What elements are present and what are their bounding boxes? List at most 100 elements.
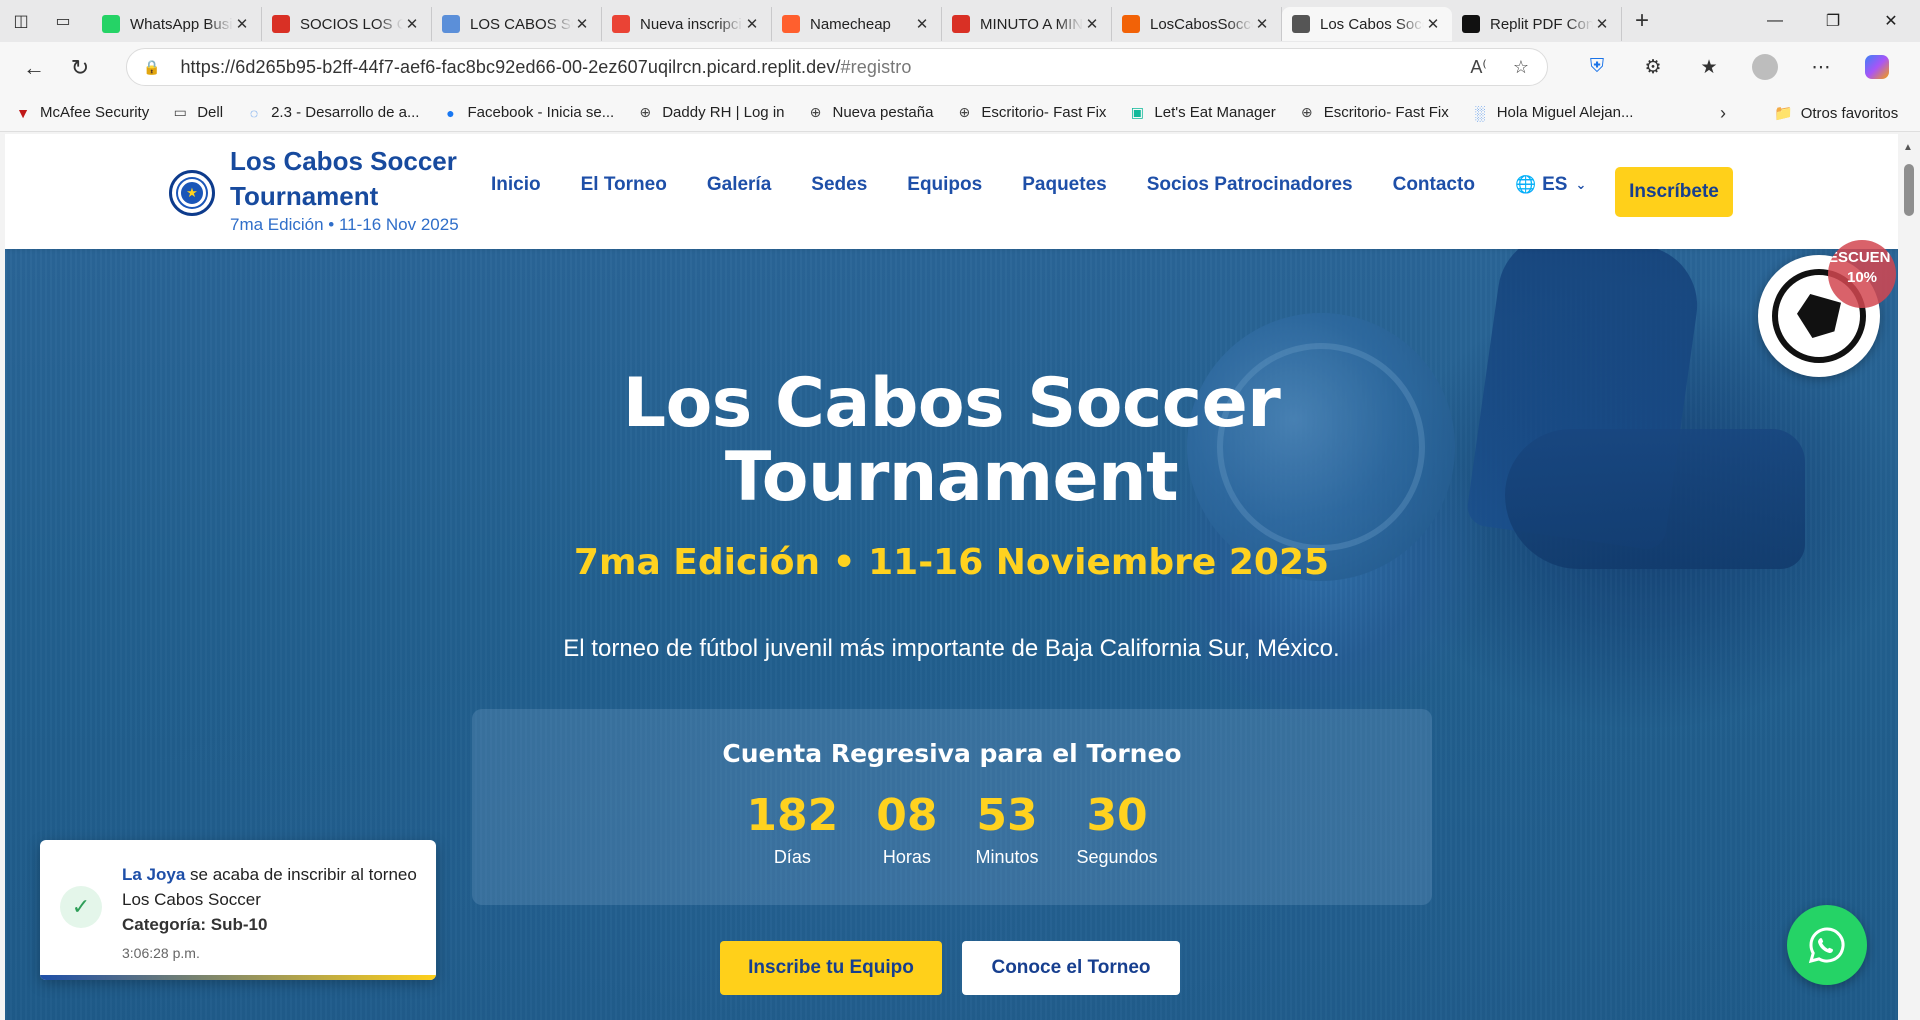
extensions-icon[interactable]: ⚙ — [1636, 50, 1670, 84]
bookmark-item[interactable]: ⊕ Escritorio- Fast Fix — [955, 104, 1107, 122]
back-icon[interactable]: ← — [12, 48, 56, 88]
close-icon[interactable]: ✕ — [1862, 0, 1920, 42]
read-aloud-icon[interactable]: A⁽ — [1470, 57, 1486, 78]
toast-body: La Joya se acaba de inscribir al torneo … — [122, 862, 422, 966]
window-controls: — ❐ ✕ — [1746, 0, 1920, 42]
bookmark-item[interactable]: ▭ Dell — [171, 104, 223, 122]
nav-link-inicio[interactable]: Inicio — [491, 174, 541, 196]
pdf-icon — [272, 15, 290, 33]
nav-link-sedes[interactable]: Sedes — [811, 174, 867, 196]
refresh-icon[interactable]: ↻ — [58, 48, 102, 88]
globe-icon: ⊕ — [1300, 104, 1313, 120]
tab-4[interactable]: Namecheap ✕ — [772, 7, 942, 41]
hero-description: El torneo de fútbol juvenil más importan… — [563, 635, 1340, 662]
other-favorites[interactable]: 📁 Otros favoritos — [1774, 94, 1898, 132]
bookmark-label: Nueva pestaña — [832, 104, 934, 121]
tab-close-icon[interactable]: ✕ — [913, 15, 931, 33]
workspaces-icon[interactable]: ◫ — [0, 0, 42, 42]
tab-0[interactable]: WhatsApp Business✕ — [92, 7, 262, 41]
profile-avatar[interactable] — [1748, 50, 1782, 84]
countdown-unit: 30 Segundos — [1077, 791, 1158, 868]
tab-6[interactable]: LosCabosSoccer ✕ — [1112, 7, 1282, 41]
tab-close-icon[interactable]: ✕ — [1424, 15, 1442, 33]
tab-close-icon[interactable]: ✕ — [233, 15, 251, 33]
bookmark-item[interactable]: ▣ Let's Eat Manager — [1128, 104, 1276, 122]
register-team-button[interactable]: Inscribe tu Equipo — [720, 941, 942, 995]
scrollbar-thumb[interactable] — [1904, 164, 1914, 216]
tab-title: MINUTO A MINUTO — [980, 15, 1083, 33]
bookmark-item[interactable]: ▼ McAfee Security — [14, 104, 149, 122]
bookmark-label: Hola Miguel Alejan... — [1496, 104, 1634, 121]
countdown-label: Días — [773, 847, 811, 867]
nav-link-equipos[interactable]: Equipos — [907, 174, 982, 196]
hero-title: Los Cabos Soccer Tournament — [5, 367, 1898, 515]
favorite-star-icon[interactable]: ☆ — [1513, 57, 1529, 78]
loading-icon: ◌ — [249, 104, 259, 121]
nav-link-paquetes[interactable]: Paquetes — [1022, 174, 1106, 196]
bookmark-item[interactable]: ⊕ Daddy RH | Log in — [636, 104, 784, 122]
pdf-icon — [952, 15, 970, 33]
tab-5[interactable]: MINUTO A MINUTO✕ — [942, 7, 1112, 41]
namecheap-icon — [782, 15, 800, 33]
bookmark-label: Facebook - Inicia se... — [467, 104, 615, 121]
whatsapp-chat-button[interactable] — [1787, 905, 1867, 985]
globe-icon: 🌐 — [1514, 175, 1537, 194]
lock-icon[interactable]: 🔒 — [143, 59, 160, 76]
tab-list: WhatsApp Business✕SOCIOS LOS CABOS✕LOS C… — [92, 1, 1622, 41]
tab-close-icon[interactable]: ✕ — [743, 15, 761, 33]
folder-icon: ▭ — [173, 104, 187, 120]
tab-2[interactable]: LOS CABOS SOCCER✕ — [432, 7, 602, 41]
favorites-icon[interactable]: ★ — [1692, 50, 1726, 84]
openai-icon — [1462, 15, 1480, 33]
nav-link-el-torneo[interactable]: El Torneo — [581, 174, 667, 196]
bookmark-label: Escritorio- Fast Fix — [981, 104, 1107, 121]
tab-7[interactable]: Los Cabos Soccer✕ — [1282, 7, 1452, 41]
brand-title[interactable]: Los Cabos Soccer Tournament — [230, 144, 490, 214]
bookmark-item[interactable]: ⊕ Nueva pestaña — [807, 104, 934, 122]
bookmark-item[interactable]: ● Facebook - Inicia se... — [441, 104, 614, 122]
tab-close-icon[interactable]: ✕ — [1593, 15, 1611, 33]
toolbar-icons: ⛨ ⚙ ★ ⋯ — [1580, 50, 1894, 84]
learn-tournament-button[interactable]: Conoce el Torneo — [962, 941, 1180, 995]
scroll-up-icon[interactable]: ▲ — [1903, 142, 1913, 153]
address-bar[interactable]: 🔒 https://6d265b95-b2ff-44f7-aef6-fac8bc… — [126, 48, 1548, 86]
tab-close-icon[interactable]: ✕ — [403, 15, 421, 33]
copilot-icon[interactable] — [1860, 50, 1894, 84]
more-menu-icon[interactable]: ⋯ — [1804, 50, 1838, 84]
bookmark-item[interactable]: ░ Hola Miguel Alejan... — [1471, 104, 1634, 122]
tab-1[interactable]: SOCIOS LOS CABOS✕ — [262, 7, 432, 41]
minimize-icon[interactable]: — — [1746, 0, 1804, 42]
countdown-label: Segundos — [1076, 847, 1158, 867]
language-selector[interactable]: 🌐 ES ⌄ — [1515, 174, 1586, 196]
hero-subtitle: 7ma Edición • 11-16 Noviembre 2025 — [573, 542, 1330, 583]
bookmark-label: Daddy RH | Log in — [662, 104, 785, 121]
tab-close-icon[interactable]: ✕ — [1253, 15, 1271, 33]
countdown-value: 30 — [1086, 790, 1148, 841]
restore-icon[interactable]: ❐ — [1804, 0, 1862, 42]
register-button[interactable]: Inscríbete — [1615, 167, 1733, 217]
registration-toast[interactable]: ✓ La Joya se acaba de inscribir al torne… — [40, 840, 436, 980]
bookmarks-more-icon[interactable]: › — [1720, 103, 1726, 124]
tab-8[interactable]: Replit PDF Converter✕ — [1452, 7, 1622, 41]
nav-link-socios-patrocinadores[interactable]: Socios Patrocinadores — [1147, 174, 1353, 196]
nav-link-contacto[interactable]: Contacto — [1393, 174, 1475, 196]
tab-close-icon[interactable]: ✕ — [1083, 15, 1101, 33]
tab-3[interactable]: Nueva inscripción✕ — [602, 7, 772, 41]
folder-icon: 📁 — [1774, 105, 1793, 122]
nav-link-galer-a[interactable]: Galería — [707, 174, 771, 196]
address-row: ← ↻ 🔒 https://6d265b95-b2ff-44f7-aef6-fa… — [0, 42, 1920, 94]
logo-icon[interactable]: ★ — [169, 170, 215, 216]
url-text[interactable]: https://6d265b95-b2ff-44f7-aef6-fac8bc92… — [180, 57, 911, 78]
toast-category: Categoría: Sub-10 — [122, 915, 268, 934]
bookmark-item[interactable]: ⊕ Escritorio- Fast Fix — [1298, 104, 1449, 122]
shield-icon[interactable]: ⛨ — [1580, 50, 1614, 84]
bookmark-item[interactable]: ◌ 2.3 - Desarrollo de a... — [245, 104, 420, 122]
tab-actions-icon[interactable]: ▭ — [42, 0, 84, 42]
whatsapp-icon — [1808, 927, 1845, 964]
hero-title-line2: Tournament — [724, 438, 1179, 517]
discount-badge[interactable]: ESCUENT 10% — [1828, 240, 1896, 308]
new-tab-button[interactable]: + — [1622, 7, 1662, 35]
page-scrollbar[interactable]: ▲ — [1898, 134, 1920, 1020]
tab-title: WhatsApp Business — [130, 15, 233, 33]
tab-close-icon[interactable]: ✕ — [573, 15, 591, 33]
